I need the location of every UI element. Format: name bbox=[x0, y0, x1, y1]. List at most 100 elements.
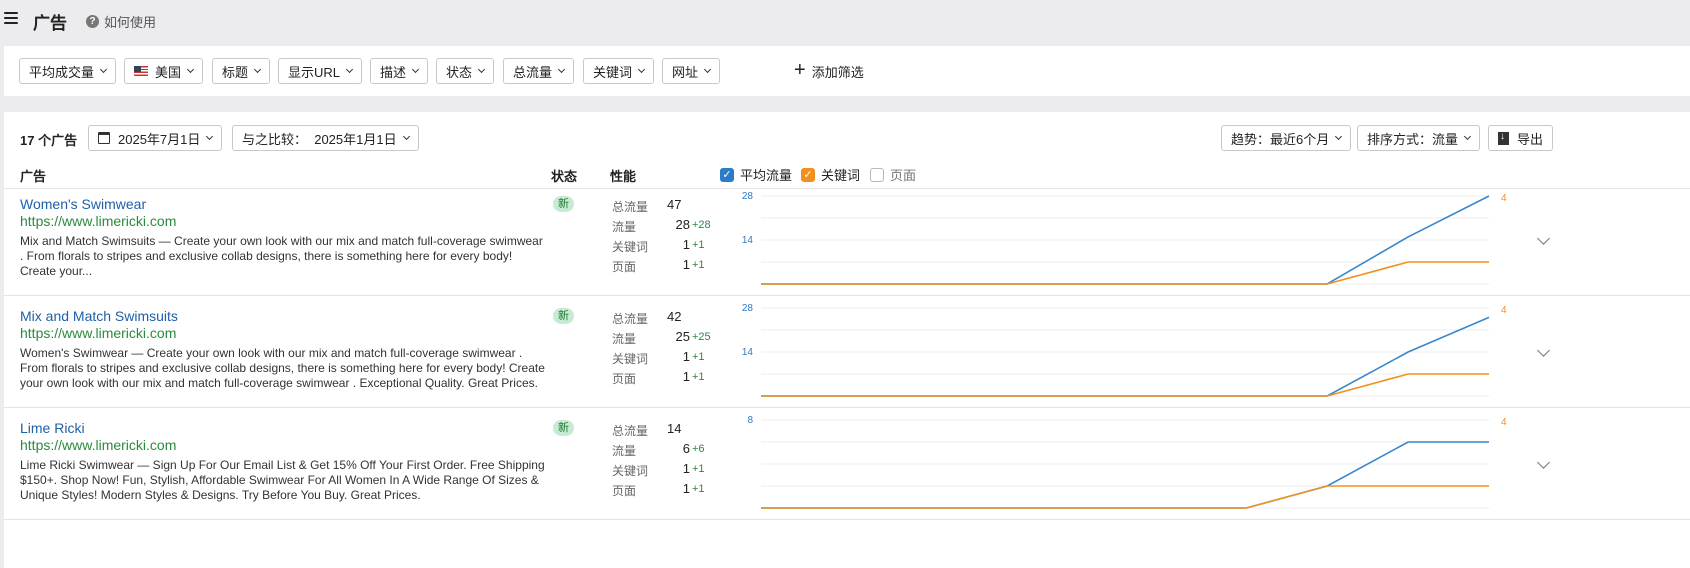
ad-url[interactable]: https://www.limericki.com bbox=[20, 437, 176, 453]
ad-title[interactable]: Mix and Match Swimsuits bbox=[20, 308, 178, 324]
traffic-series-line bbox=[761, 441, 1489, 509]
checkbox-checked-icon[interactable]: ✓ bbox=[801, 167, 815, 182]
chevron-down-icon bbox=[477, 65, 486, 74]
date-picker[interactable]: 2025年7月1日 bbox=[88, 125, 223, 151]
metric-value: 47 bbox=[667, 197, 682, 212]
trend-label: 趋势：最近6个月 bbox=[1231, 131, 1330, 147]
chevron-down-icon bbox=[411, 65, 420, 74]
page-title: 广告 bbox=[33, 14, 67, 33]
chevron-down-icon bbox=[206, 132, 214, 141]
metric-label: 页面 bbox=[612, 260, 637, 274]
ads-panel: 17 个广告 2025年7月1日 与之比较： 2025年1月1日 趋势：最近6个… bbox=[4, 112, 1690, 568]
top-bar: 广告 ? 如何使用 bbox=[0, 0, 1690, 44]
ad-title[interactable]: Women's Swimwear bbox=[20, 196, 146, 212]
y-axis-max-label: 8 bbox=[747, 415, 753, 426]
metric-total-traffic: 总流量 42 bbox=[612, 308, 732, 328]
chevron-down-icon bbox=[1335, 132, 1343, 141]
checkbox-unchecked-icon[interactable] bbox=[870, 167, 884, 182]
metric-value: 1 bbox=[682, 481, 690, 496]
filter-total-traffic[interactable]: 总流量 bbox=[503, 58, 575, 84]
metric-value: 14 bbox=[667, 421, 682, 436]
ad-url[interactable]: https://www.limericki.com bbox=[20, 325, 176, 341]
chevron-down-icon bbox=[703, 65, 712, 74]
header-ad: 广告 bbox=[20, 169, 47, 184]
ad-description: Lime Ricki Swimwear — Sign Up For Our Em… bbox=[20, 458, 545, 502]
ad-title[interactable]: Lime Ricki bbox=[20, 420, 85, 436]
filter-display-url[interactable]: 显示URL bbox=[278, 58, 363, 84]
filter-title[interactable]: 标题 bbox=[212, 58, 271, 84]
legend-avg-traffic[interactable]: ✓ 平均流量 bbox=[720, 165, 792, 184]
sort-select[interactable]: 排序方式：流量 bbox=[1357, 125, 1481, 151]
filter-keywords[interactable]: 关键词 bbox=[583, 58, 655, 84]
metric-value: 1 bbox=[682, 369, 690, 384]
add-filter-button[interactable]: + 添加筛选 bbox=[794, 58, 864, 84]
metric-pages: 页面 1 +1 bbox=[612, 480, 732, 500]
metric-delta: +1 bbox=[692, 239, 705, 251]
metric-value: 25 bbox=[675, 329, 690, 344]
chevron-down-icon[interactable] bbox=[1537, 232, 1550, 245]
trend-chart: 28 14 4 bbox=[742, 303, 1507, 397]
table-row[interactable]: Women's Swimwear https://www.limericki.c… bbox=[4, 184, 1690, 296]
metric-label: 总流量 bbox=[612, 200, 649, 214]
filter-label: 显示URL bbox=[288, 64, 341, 80]
filter-country[interactable]: 美国 bbox=[124, 58, 204, 84]
metric-label: 关键词 bbox=[612, 240, 649, 254]
right-axis-label: 4 bbox=[1501, 417, 1507, 428]
metric-value: 1 bbox=[682, 237, 690, 252]
export-button[interactable]: 导出 bbox=[1488, 125, 1554, 151]
metric-label: 关键词 bbox=[612, 464, 649, 478]
legend-keywords[interactable]: ✓ 关键词 bbox=[801, 165, 860, 184]
metric-delta: +1 bbox=[692, 371, 705, 383]
table-row[interactable]: Lime Ricki https://www.limericki.com Lim… bbox=[4, 408, 1690, 520]
help-icon: ? bbox=[86, 15, 99, 28]
filter-label: 描述 bbox=[380, 64, 407, 80]
filter-bar: 平均成交量 美国 标题 显示URL 描述 状态 总流量 关键词 网址 + 添加筛… bbox=[4, 46, 1690, 96]
legend-pages[interactable]: 页面 bbox=[870, 165, 916, 184]
chevron-down-icon[interactable] bbox=[1537, 456, 1550, 469]
y-axis-max-label: 28 bbox=[742, 191, 754, 202]
filter-status[interactable]: 状态 bbox=[436, 58, 495, 84]
menu-icon[interactable] bbox=[4, 12, 18, 24]
legend-label: 关键词 bbox=[821, 168, 861, 183]
status-badge: 新 bbox=[553, 196, 574, 212]
ad-url[interactable]: https://www.limericki.com bbox=[20, 213, 176, 229]
chevron-down-icon bbox=[402, 132, 410, 141]
metric-keywords: 关键词 1 +1 bbox=[612, 348, 732, 368]
status-badge: 新 bbox=[553, 308, 574, 324]
metric-traffic: 流量 28 +28 bbox=[612, 216, 732, 236]
trend-chart: 84 bbox=[747, 415, 1507, 509]
y-axis-mid-label: 14 bbox=[742, 235, 754, 246]
metric-label: 页面 bbox=[612, 372, 637, 386]
export-label: 导出 bbox=[1517, 131, 1544, 147]
metric-traffic: 流量 6 +6 bbox=[612, 440, 732, 460]
chevron-down-icon bbox=[186, 65, 195, 74]
metric-total-traffic: 总流量 14 bbox=[612, 420, 732, 440]
metric-delta: +1 bbox=[692, 351, 705, 363]
filter-label: 状态 bbox=[446, 64, 473, 80]
checkbox-checked-icon[interactable]: ✓ bbox=[720, 167, 734, 182]
right-axis-label: 4 bbox=[1501, 305, 1507, 316]
chevron-down-icon[interactable] bbox=[1537, 344, 1550, 357]
add-filter-label: 添加筛选 bbox=[811, 64, 864, 80]
filter-description[interactable]: 描述 bbox=[370, 58, 429, 84]
status-badge: 新 bbox=[553, 420, 574, 436]
chevron-down-icon bbox=[637, 65, 646, 74]
table-row[interactable]: Mix and Match Swimsuits https://www.lime… bbox=[4, 296, 1690, 408]
trend-select[interactable]: 趋势：最近6个月 bbox=[1221, 125, 1352, 151]
filter-url[interactable]: 网址 bbox=[662, 58, 721, 84]
metric-value: 6 bbox=[682, 441, 690, 456]
legend-label: 页面 bbox=[890, 168, 917, 183]
metric-traffic: 流量 25 +25 bbox=[612, 328, 732, 348]
metric-label: 总流量 bbox=[612, 312, 649, 326]
header-status: 状态 bbox=[551, 169, 578, 184]
us-flag-icon bbox=[134, 66, 148, 76]
plus-icon: + bbox=[794, 58, 806, 81]
chevron-down-icon bbox=[253, 65, 262, 74]
performance-metrics: 总流量 14 流量 6 +6 关键词 1 +1 页面 1 +1 bbox=[612, 420, 732, 500]
metric-delta: +25 bbox=[692, 331, 711, 343]
metric-delta: +28 bbox=[692, 219, 711, 231]
compare-picker[interactable]: 与之比较： 2025年1月1日 bbox=[232, 125, 419, 151]
filter-avg-volume[interactable]: 平均成交量 bbox=[19, 58, 117, 84]
metric-label: 流量 bbox=[612, 332, 637, 346]
help-link[interactable]: ? 如何使用 bbox=[86, 12, 156, 31]
